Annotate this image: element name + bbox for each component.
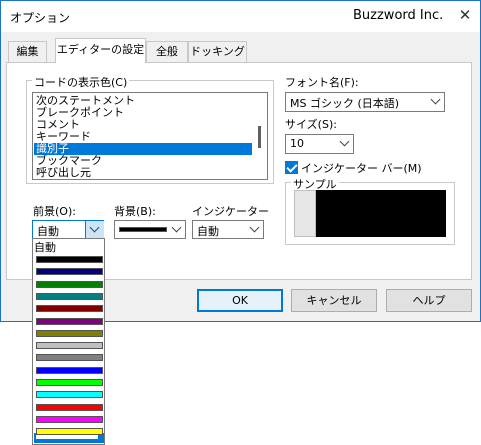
background-combo[interactable] xyxy=(114,220,186,239)
cancel-button[interactable]: キャンセル xyxy=(291,289,377,312)
dropdown-option-auto[interactable]: 自動 xyxy=(34,239,56,255)
indicator-bar-checkbox[interactable] xyxy=(285,161,298,174)
indicator-combo[interactable]: 自動 xyxy=(192,220,264,239)
close-icon[interactable]: ✕ xyxy=(453,3,477,27)
color-swatch-option[interactable] xyxy=(36,305,103,313)
color-swatch-option[interactable] xyxy=(36,366,103,374)
size-label: サイズ(S): xyxy=(285,118,337,131)
color-swatch-option[interactable] xyxy=(36,428,103,436)
tab-label: ドッキング xyxy=(190,45,245,58)
foreground-label: 前景(O): xyxy=(33,205,76,218)
color-swatch-option[interactable] xyxy=(36,317,103,325)
size-combo[interactable]: 10 xyxy=(285,134,354,154)
color-swatch-option[interactable] xyxy=(36,391,103,399)
tab-label: 全般 xyxy=(156,45,178,58)
sample-indicator-margin xyxy=(294,190,316,237)
list-scrollbar-thumb[interactable] xyxy=(258,126,261,148)
tab-editor-settings[interactable]: エディターの設定 xyxy=(55,38,146,63)
font-value: MS ゴシック (日本語) xyxy=(290,97,400,110)
help-button[interactable]: ヘルプ xyxy=(386,289,472,312)
code-element-list[interactable]: 次のステートメント ブレークポイント コメント キーワード 識別子 ブックマーク… xyxy=(32,92,268,180)
tab-edit[interactable]: 編集 xyxy=(8,41,47,62)
sample-preview xyxy=(316,190,446,237)
font-label: フォント名(F): xyxy=(285,76,359,89)
size-value: 10 xyxy=(290,137,304,150)
foreground-combo[interactable]: 自動 xyxy=(32,220,104,240)
color-swatch-option[interactable] xyxy=(36,292,103,300)
color-swatch-option[interactable] xyxy=(36,415,103,423)
foreground-value: 自動 xyxy=(37,225,59,238)
list-item[interactable]: 呼び出し元 xyxy=(36,167,91,179)
code-color-label: コードの表示色(C) xyxy=(32,74,130,90)
color-swatch-option[interactable] xyxy=(36,280,103,288)
color-swatch-option[interactable] xyxy=(36,403,103,411)
color-swatch-option[interactable] xyxy=(36,256,103,263)
background-label: 背景(B): xyxy=(114,205,156,218)
color-swatch-option[interactable] xyxy=(36,379,103,386)
indicator-label: インジケーター xyxy=(192,205,269,218)
indicator-bar-label: インジケーター バー(M) xyxy=(301,162,422,175)
chevron-down-icon xyxy=(339,136,350,147)
chevron-down-icon xyxy=(249,222,260,233)
chevron-down-icon[interactable] xyxy=(85,221,104,239)
window-title: オプション xyxy=(10,11,71,25)
color-swatch-option[interactable] xyxy=(36,354,103,362)
color-swatch-option[interactable] xyxy=(36,342,103,350)
tab-general[interactable]: 全般 xyxy=(146,41,188,62)
tab-label: エディターの設定 xyxy=(56,43,145,56)
color-swatch-option[interactable] xyxy=(36,268,103,276)
background-swatch xyxy=(119,227,167,232)
color-swatch-option[interactable] xyxy=(36,329,103,337)
tab-label: 編集 xyxy=(16,45,39,58)
ok-button[interactable]: OK xyxy=(197,289,283,312)
tab-docking[interactable]: ドッキング xyxy=(188,41,247,62)
color-swatch-white xyxy=(36,435,98,439)
title-bar: オプション Buzzword Inc. ✕ xyxy=(1,1,480,32)
indicator-value: 自動 xyxy=(197,225,219,238)
app-name: Buzzword Inc. xyxy=(353,8,444,23)
chevron-down-icon xyxy=(171,222,182,233)
font-combo[interactable]: MS ゴシック (日本語) xyxy=(285,92,445,112)
chevron-down-icon xyxy=(430,94,441,105)
